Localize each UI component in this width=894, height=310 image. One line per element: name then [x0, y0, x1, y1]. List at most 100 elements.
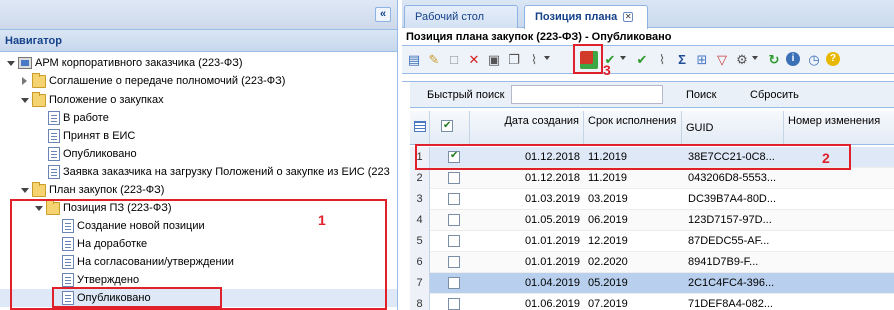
collapse-navigator-button[interactable]: « [375, 7, 391, 22]
expand-arrow-icon[interactable] [6, 58, 16, 68]
history-icon[interactable]: ◷ [806, 52, 822, 68]
panel-title: Позиция плана закупок (223-ФЗ) - Опублик… [402, 28, 894, 46]
table-row[interactable]: 3 01.03.2019 03.2019 DC39B7A4-80D... [410, 189, 894, 210]
table-row[interactable]: 7 01.04.2019 05.2019 2C1C4FC4-396... [410, 273, 894, 294]
new-icon[interactable]: ▤ [406, 52, 422, 68]
quick-search-input[interactable] [511, 85, 663, 104]
tab-bar: Рабочий стол Позиция плана ✕ [402, 0, 894, 29]
close-icon[interactable]: ✕ [623, 12, 634, 22]
table-row[interactable]: 8 01.06.2019 07.2019 71DEF8A4-082... [410, 294, 894, 310]
guid-cell: 123D7157-97D... [688, 214, 772, 226]
due-date-cell: 12.2019 [588, 235, 628, 247]
select-all-header[interactable] [430, 111, 470, 145]
dropdown-arrow-icon[interactable] [752, 56, 758, 60]
grid-settings-icon[interactable] [410, 111, 430, 145]
tree-item-label: Принят в ЕИС [63, 130, 136, 142]
quick-search-bar: Быстрый поиск Поиск Сбросить [410, 82, 894, 108]
tree-item-plan[interactable]: План закупок (223-ФЗ) [20, 181, 164, 199]
select-all-checkbox[interactable] [441, 119, 453, 132]
attach-icon[interactable]: ⌇ [526, 52, 542, 68]
search-button[interactable]: Поиск [686, 89, 716, 101]
tree-item-label: Положение о закупках [49, 94, 164, 106]
guid-cell: DC39B7A4-80D... [688, 193, 777, 205]
row-checkbox[interactable] [448, 214, 460, 226]
tree-item-arm[interactable]: АРМ корпоративного заказчика (223-ФЗ) [6, 54, 243, 72]
tab-desktop[interactable]: Рабочий стол [404, 5, 518, 28]
info-icon[interactable]: i [786, 52, 800, 66]
table-row[interactable]: 4 01.05.2019 06.2019 123D7157-97D... [410, 210, 894, 231]
expand-arrow-icon[interactable] [20, 185, 30, 195]
sum-icon[interactable]: Σ [674, 52, 690, 68]
document-icon [48, 129, 60, 143]
tree-item-label: Соглашение о передаче полномочий (223-ФЗ… [49, 75, 286, 87]
row-checkbox[interactable] [448, 193, 460, 205]
annotation-box-2 [415, 144, 851, 170]
row-checkbox[interactable] [448, 235, 460, 247]
row-number: 5 [410, 231, 430, 252]
tree-item-label: Заявка заказчика на загрузку Положений о… [63, 166, 390, 178]
collapse-arrow-icon[interactable] [20, 76, 30, 86]
document-icon [48, 147, 60, 161]
attach-icon[interactable]: ⌇ [654, 52, 670, 68]
row-number: 2 [410, 168, 430, 189]
annotation-number-1: 1 [318, 212, 326, 228]
guid-cell: 043206D8-5553... [688, 172, 777, 184]
row-number: 4 [410, 210, 430, 231]
created-date-cell: 01.05.2019 [524, 214, 580, 226]
blank-icon[interactable]: □ [446, 52, 462, 68]
quick-search-label: Быстрый поиск [427, 89, 505, 101]
table-row[interactable]: 2 01.12.2018 11.2019 043206D8-5553... [410, 168, 894, 189]
guid-cell: 71DEF8A4-082... [688, 298, 773, 310]
header-created-date[interactable]: Дата создания [470, 111, 584, 145]
help-icon[interactable]: ? [826, 52, 840, 66]
tree-item-agreement[interactable]: Соглашение о передаче полномочий (223-ФЗ… [20, 72, 285, 90]
header-change-number[interactable]: Номер изменения [784, 111, 894, 145]
tree-icon[interactable]: ⊞ [694, 52, 710, 68]
folder-icon [32, 181, 46, 197]
due-date-cell: 05.2019 [588, 277, 628, 289]
row-checkbox[interactable] [448, 277, 460, 289]
print-icon[interactable]: ▣ [486, 52, 502, 68]
tree-item-in-work[interactable]: В работе [48, 109, 109, 127]
reset-button[interactable]: Сбросить [750, 89, 799, 101]
filter-icon[interactable]: ▽ [714, 52, 730, 68]
expand-arrow-icon[interactable] [20, 95, 30, 105]
guid-cell: 2C1C4FC4-396... [688, 277, 775, 289]
header-due-date[interactable]: Срок исполнения [584, 111, 682, 145]
due-date-cell: 02.2020 [588, 256, 628, 268]
tree-item-regulation[interactable]: Положение о закупках [20, 91, 164, 109]
document-icon [48, 165, 60, 179]
table-row[interactable]: 5 01.01.2019 12.2019 87DEDC55-AF... [410, 231, 894, 252]
row-checkbox[interactable] [448, 172, 460, 184]
tree-item-load-request[interactable]: Заявка заказчика на загрузку Положений о… [48, 163, 390, 181]
row-checkbox[interactable] [448, 256, 460, 268]
tree-item-label: АРМ корпоративного заказчика (223-ФЗ) [35, 57, 243, 69]
guid-cell: 87DEDC55-AF... [688, 235, 770, 247]
header-guid[interactable]: GUID [682, 111, 784, 145]
created-date-cell: 01.04.2019 [524, 277, 580, 289]
copy-icon[interactable]: ❐ [506, 52, 522, 68]
folder-icon [32, 91, 46, 107]
tree-item-accepted[interactable]: Принят в ЕИС [48, 127, 135, 145]
tab-plan-position[interactable]: Позиция плана ✕ [524, 5, 648, 29]
annotation-box-published [52, 287, 222, 308]
grid-header: Дата создания Срок исполнения GUID Номер… [410, 111, 894, 145]
refresh-icon[interactable]: ↻ [766, 52, 782, 68]
row-number: 8 [410, 294, 430, 310]
tree-item-label: Опубликовано [63, 148, 137, 160]
due-date-cell: 11.2019 [588, 172, 627, 184]
tab-label: Позиция плана [535, 11, 618, 23]
row-checkbox[interactable] [448, 298, 460, 310]
settings-icon[interactable]: ⚙ [734, 52, 750, 68]
table-row[interactable]: 6 01.01.2019 02.2020 8941D7B9-F... [410, 252, 894, 273]
dropdown-arrow-icon[interactable] [544, 56, 550, 60]
edit-icon[interactable]: ✎ [426, 52, 442, 68]
dropdown-arrow-icon[interactable] [620, 56, 626, 60]
app-icon [18, 57, 32, 69]
approve-cancel-icon[interactable]: ✔ [634, 52, 650, 68]
data-grid: Дата создания Срок исполнения GUID Номер… [410, 111, 894, 310]
delete-icon[interactable]: ✕ [466, 52, 482, 68]
tree-item-published-reg[interactable]: Опубликовано [48, 145, 137, 163]
annotation-box-3 [573, 44, 603, 74]
row-number: 6 [410, 252, 430, 273]
